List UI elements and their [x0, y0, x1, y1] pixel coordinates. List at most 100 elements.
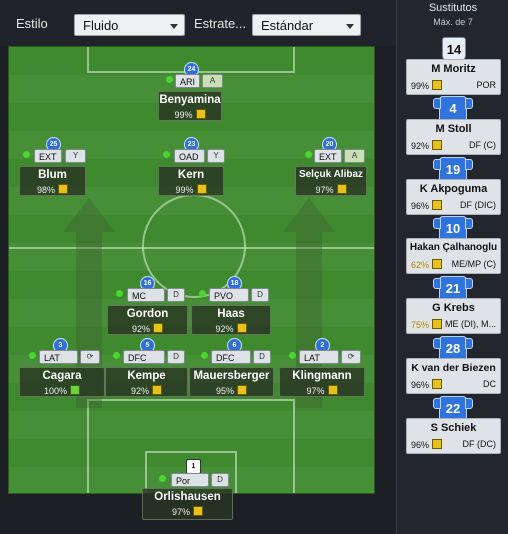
role-select[interactable]: Por: [171, 473, 209, 487]
player-condition: 100%: [20, 385, 104, 396]
arrow-up-icon: [283, 198, 335, 232]
role-select[interactable]: LAT: [39, 350, 78, 364]
sub-item[interactable]: S Schiek 96% DF (DC): [406, 418, 501, 454]
player-condition: 98%: [20, 184, 85, 195]
player-name: Orlishausen: [154, 491, 221, 503]
sub-item[interactable]: K Akpoguma 96% DF (DIC): [406, 179, 501, 215]
player-plate: Klingmann 97%: [279, 367, 365, 397]
player-condition: 97%: [143, 506, 232, 517]
strategy-value: Estándar: [261, 18, 314, 33]
duty-select[interactable]: ⟳: [341, 350, 361, 364]
sub-position: DF (DC): [462, 439, 497, 449]
role-select[interactable]: OAD: [174, 149, 205, 163]
player-condition: 99%: [159, 109, 221, 120]
player-name: Gordon: [126, 308, 169, 320]
selected-indicator: [29, 352, 36, 359]
duty-select[interactable]: D: [167, 350, 185, 364]
morale-icon: [70, 385, 81, 395]
morale-icon: [58, 184, 68, 194]
role-select[interactable]: LAT: [299, 350, 339, 364]
duty-select[interactable]: D: [167, 288, 185, 302]
sub-name: Hakan Çalhanoglu: [409, 242, 498, 253]
sub-position: DF (DIC): [460, 200, 496, 210]
sub-name: S Schiek: [430, 422, 477, 434]
shirt-number: 1: [186, 459, 201, 474]
role-select[interactable]: MC: [127, 288, 165, 302]
duty-select[interactable]: ⟳: [80, 350, 100, 364]
player-plate: Kern 99%: [158, 166, 224, 196]
morale-icon: [432, 379, 443, 389]
sub-condition: 92%: [411, 140, 443, 151]
role-select[interactable]: DFC: [123, 350, 165, 364]
morale-icon: [327, 385, 338, 395]
player-plate: Mauersberger 95%: [189, 367, 274, 397]
role-select[interactable]: DFC: [211, 350, 251, 364]
role-select[interactable]: PVO: [209, 288, 249, 302]
strategy-label: Estrate...: [194, 16, 247, 31]
style-dropdown[interactable]: Fluido: [74, 14, 185, 36]
selected-indicator: [201, 352, 208, 359]
duty-select[interactable]: D: [251, 288, 269, 302]
duty-select[interactable]: Y: [207, 149, 225, 163]
subs-max: Máx. de 7: [433, 17, 473, 27]
duty-select[interactable]: Y: [65, 149, 86, 163]
morale-icon: [432, 319, 443, 329]
strategy-dropdown[interactable]: Estándar: [252, 14, 361, 36]
sub-name: K van der Biezen: [411, 362, 496, 374]
morale-icon: [336, 184, 347, 194]
player-condition: 92%: [106, 385, 187, 396]
morale-icon: [432, 259, 443, 269]
player-name: Benyamina: [159, 94, 221, 106]
chevron-down-icon: [346, 24, 354, 29]
selected-indicator: [289, 352, 296, 359]
player-plate: Gordon 92%: [107, 305, 188, 335]
player-name: Selçuk Alibaz: [298, 169, 364, 180]
selected-indicator: [305, 151, 312, 158]
sub-item[interactable]: M Stoll 92% DF (C): [406, 119, 501, 155]
player-condition: 95%: [190, 385, 273, 396]
duty-select[interactable]: A: [344, 149, 365, 163]
player-name: Mauersberger: [193, 370, 270, 382]
selected-indicator: [113, 352, 120, 359]
sub-condition: 75%: [411, 319, 443, 330]
sub-position: ME (DI), M...: [445, 319, 496, 329]
sub-position: DF (C): [469, 140, 496, 150]
player-plate-orlishausen: Orlishausen 97%: [142, 488, 233, 520]
morale-icon: [196, 184, 207, 194]
sub-item[interactable]: K van der Biezen 96% DC: [406, 358, 501, 394]
player-plate: Selçuk Alibaz 97%: [295, 166, 367, 196]
selected-indicator: [116, 290, 123, 297]
morale-icon: [432, 80, 443, 90]
subs-title: Sustitutos: [428, 2, 478, 14]
player-condition: 92%: [192, 323, 270, 334]
style-label: Estilo: [16, 16, 48, 31]
selected-indicator: [166, 76, 173, 83]
duty-select[interactable]: A: [202, 74, 223, 88]
substitutes-panel: Sustitutos Máx. de 7 14 M Moritz 99% POR…: [396, 0, 508, 534]
sub-item[interactable]: M Moritz 99% POR: [406, 59, 501, 95]
duty-select[interactable]: D: [253, 350, 271, 364]
player-name: Blum: [38, 169, 67, 181]
sub-item[interactable]: G Krebs 75% ME (DI), M...: [406, 298, 501, 334]
player-plate: Blum 98%: [19, 166, 86, 196]
chevron-down-icon: [170, 24, 178, 29]
sub-name: M Stoll: [435, 123, 472, 135]
tactics-toolbar: Estilo Fluido Estrate... Estándar: [0, 0, 396, 46]
selected-indicator: [159, 475, 166, 482]
duty-select[interactable]: D: [211, 473, 229, 487]
sub-name: K Akpoguma: [419, 183, 488, 195]
sub-condition: 96%: [411, 200, 443, 211]
role-select[interactable]: EXT: [34, 149, 62, 163]
player-name: Klingmann: [292, 370, 352, 382]
morale-icon: [432, 439, 443, 449]
sub-item[interactable]: Hakan Çalhanoglu 62% ME/MP (C): [406, 238, 501, 274]
player-condition: 97%: [296, 184, 366, 195]
morale-icon: [193, 506, 203, 516]
morale-icon: [152, 385, 162, 395]
morale-icon: [236, 323, 247, 333]
player-condition: 92%: [108, 323, 187, 334]
player-plate: Benyamina 99%: [158, 91, 222, 121]
role-select[interactable]: ARI: [175, 74, 200, 88]
morale-icon: [153, 323, 163, 333]
role-select[interactable]: EXT: [314, 149, 342, 163]
